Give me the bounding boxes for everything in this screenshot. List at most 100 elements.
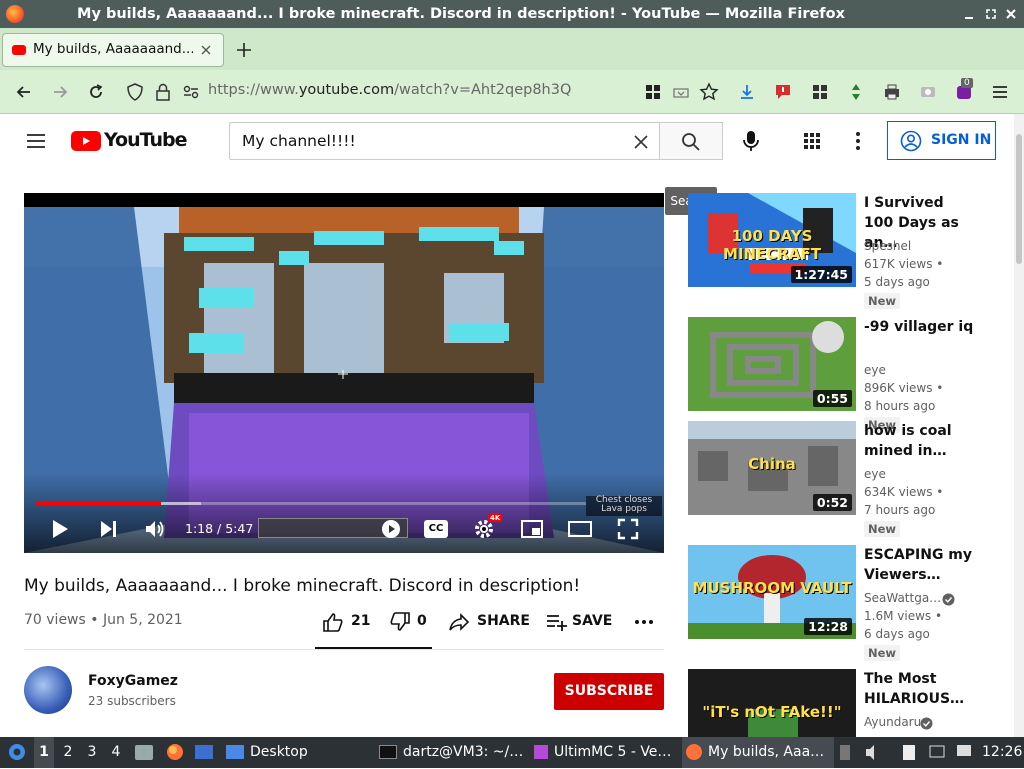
recommendation-channel[interactable]: eye — [864, 363, 886, 377]
forward-icon[interactable] — [50, 82, 70, 102]
channel-avatar[interactable] — [24, 666, 72, 714]
menu-hamburger-icon[interactable] — [990, 82, 1010, 102]
extension-grid-icon[interactable] — [643, 82, 663, 102]
back-icon[interactable] — [14, 82, 34, 102]
apps-extension-icon[interactable] — [810, 82, 830, 102]
sign-in-button[interactable]: SIGN IN — [887, 121, 996, 160]
progress-bar[interactable] — [36, 502, 586, 505]
taskbar-firefox[interactable]: My builds, Aaa… — [682, 737, 834, 768]
taskbar-ultimmc-label: UltimMC 5 - Ve… — [554, 744, 672, 760]
subtitles-box: Chest closes Lava pops — [586, 496, 662, 516]
new-tab-icon[interactable] — [235, 41, 253, 59]
maximize-icon[interactable] — [984, 6, 998, 20]
recommendation-thumbnail[interactable]: 100 DAYS MINECRAFT 1:27:45 — [688, 193, 856, 287]
play-icon[interactable] — [50, 518, 70, 540]
search-input[interactable]: My channel!!!! — [229, 122, 660, 160]
search-button[interactable] — [659, 122, 723, 160]
downloads-icon[interactable] — [737, 82, 757, 102]
url-bar[interactable]: https://www.youtube.com/watch?v=Aht2qep8… — [208, 82, 571, 98]
youtube-logo-text: YouTube — [104, 129, 187, 151]
taskbar-desktop-label: Desktop — [250, 744, 308, 760]
permissions-icon[interactable] — [181, 82, 201, 102]
page-scrollbar[interactable] — [1014, 114, 1024, 737]
volume-icon[interactable] — [144, 518, 166, 540]
network-tray-icon[interactable] — [928, 737, 946, 768]
apps-grid-icon[interactable] — [802, 131, 822, 151]
recommendation-card[interactable]: China 0:52 how is coal mined in… eye 634K vi… — [688, 421, 988, 537]
recommendation-views: 1.6M views • — [864, 609, 943, 623]
file-manager-icon[interactable] — [133, 737, 155, 768]
new-badge: New — [864, 293, 901, 309]
start-menu-icon[interactable] — [6, 737, 28, 768]
guide-menu-icon[interactable] — [26, 131, 46, 151]
scrollbar-thumb[interactable] — [1016, 134, 1022, 264]
recommendation-channel[interactable]: eye — [864, 467, 886, 481]
reload-icon[interactable] — [86, 82, 106, 102]
taskbar-ultimmc[interactable]: UltimMC 5 - Ve… — [530, 737, 678, 768]
lock-icon[interactable] — [153, 82, 173, 102]
minimize-icon[interactable] — [962, 6, 976, 20]
seek-knob-icon[interactable] — [382, 520, 400, 538]
close-tab-icon[interactable] — [199, 43, 213, 57]
volume-tray-icon[interactable] — [864, 737, 882, 768]
recommendation-age: 8 hours ago — [864, 399, 936, 413]
clear-search-icon[interactable] — [632, 133, 650, 151]
tracking-protection-icon[interactable] — [125, 82, 145, 102]
recommendation-channel[interactable]: Ayundaru — [864, 715, 921, 729]
info-divider — [24, 649, 664, 650]
screenshot-icon[interactable] — [918, 82, 938, 102]
settings-more-icon[interactable] — [848, 131, 868, 151]
voice-search-icon[interactable] — [741, 130, 761, 152]
workspace-3[interactable]: 3 — [82, 737, 102, 768]
recommendation-thumbnail[interactable]: China 0:52 — [688, 421, 856, 515]
progress-played — [36, 502, 161, 505]
recommendation-age: 5 days ago — [864, 275, 930, 289]
fullscreen-icon[interactable] — [617, 518, 639, 540]
pocket-icon[interactable] — [671, 82, 691, 102]
clipboard-tray-icon[interactable] — [900, 737, 918, 768]
recommendation-thumbnail[interactable]: 0:55 — [688, 317, 856, 411]
recommendation-card[interactable]: 0:55 -99 villager iq eye 896K views • 8 hour… — [688, 317, 988, 433]
verified-icon — [920, 715, 933, 730]
thumbnail-overlay-text: "iT's nOt FAke!!" — [702, 703, 842, 721]
next-icon[interactable] — [98, 519, 118, 539]
recommendation-title[interactable]: how is coal mined in… — [864, 421, 974, 461]
feedback-extension-icon[interactable] — [773, 82, 793, 102]
workspace-4[interactable]: 4 — [106, 737, 126, 768]
recommendation-thumbnail[interactable]: MUSHROOM VAULT 12:28 — [688, 545, 856, 639]
tab-label: My builds, Aaaaaaand... I b — [33, 41, 193, 57]
window-title: My builds, Aaaaaaand... I broke minecraf… — [77, 6, 845, 22]
like-count: 21 — [351, 613, 371, 629]
print-icon[interactable] — [882, 82, 902, 102]
recommendation-card[interactable]: MUSHROOM VAULT 12:28 ESCAPING my Viewers… S… — [688, 545, 988, 661]
captions-icon[interactable]: CC — [424, 520, 448, 538]
theater-mode-icon[interactable] — [567, 520, 593, 538]
firefox-icon — [6, 5, 24, 23]
extension-badge: 0 — [961, 78, 973, 88]
more-actions-icon[interactable] — [634, 612, 654, 632]
recommendation-card[interactable]: 100 DAYS MINECRAFT 1:27:45 I Survived 100 … — [688, 193, 988, 309]
workspace-1[interactable]: 1 — [34, 737, 54, 768]
tab-youtube[interactable]: My builds, Aaaaaaand... I b — [2, 33, 224, 67]
taskbar-terminal[interactable]: dartz@VM3: ~/… — [375, 737, 523, 768]
recommendation-channel[interactable]: SeaWattga… — [864, 591, 941, 605]
recommendation-channel[interactable]: Speshel — [864, 239, 911, 253]
notification-tray-icon[interactable] — [955, 737, 973, 768]
miniplayer-icon[interactable] — [520, 519, 544, 539]
close-window-icon[interactable] — [1004, 6, 1018, 20]
recommendation-title[interactable]: The Most HILARIOUS… — [864, 669, 974, 709]
sign-in-label: SIGN IN — [931, 132, 992, 148]
channel-name[interactable]: FoxyGamez — [88, 673, 178, 689]
bookmark-star-icon[interactable] — [699, 82, 719, 102]
sort-extension-icon[interactable] — [846, 82, 866, 102]
workspace-2[interactable]: 2 — [58, 737, 78, 768]
video-player[interactable]: Chest closes Lava pops 1:18 / 5:47 CC 4K — [24, 193, 664, 553]
recommendation-title[interactable]: ESCAPING my Viewers… — [864, 545, 974, 585]
recommendation-title[interactable]: -99 villager iq — [864, 317, 974, 337]
taskbar-scroll-icon[interactable] — [838, 737, 852, 768]
firefox-launcher-icon[interactable] — [164, 737, 186, 768]
taskbar-desktop[interactable]: Desktop — [222, 737, 362, 768]
show-desktop-icon[interactable] — [193, 737, 215, 768]
ultimmc-icon — [534, 745, 548, 759]
subscribe-button[interactable]: SUBSCRIBE — [554, 673, 664, 710]
